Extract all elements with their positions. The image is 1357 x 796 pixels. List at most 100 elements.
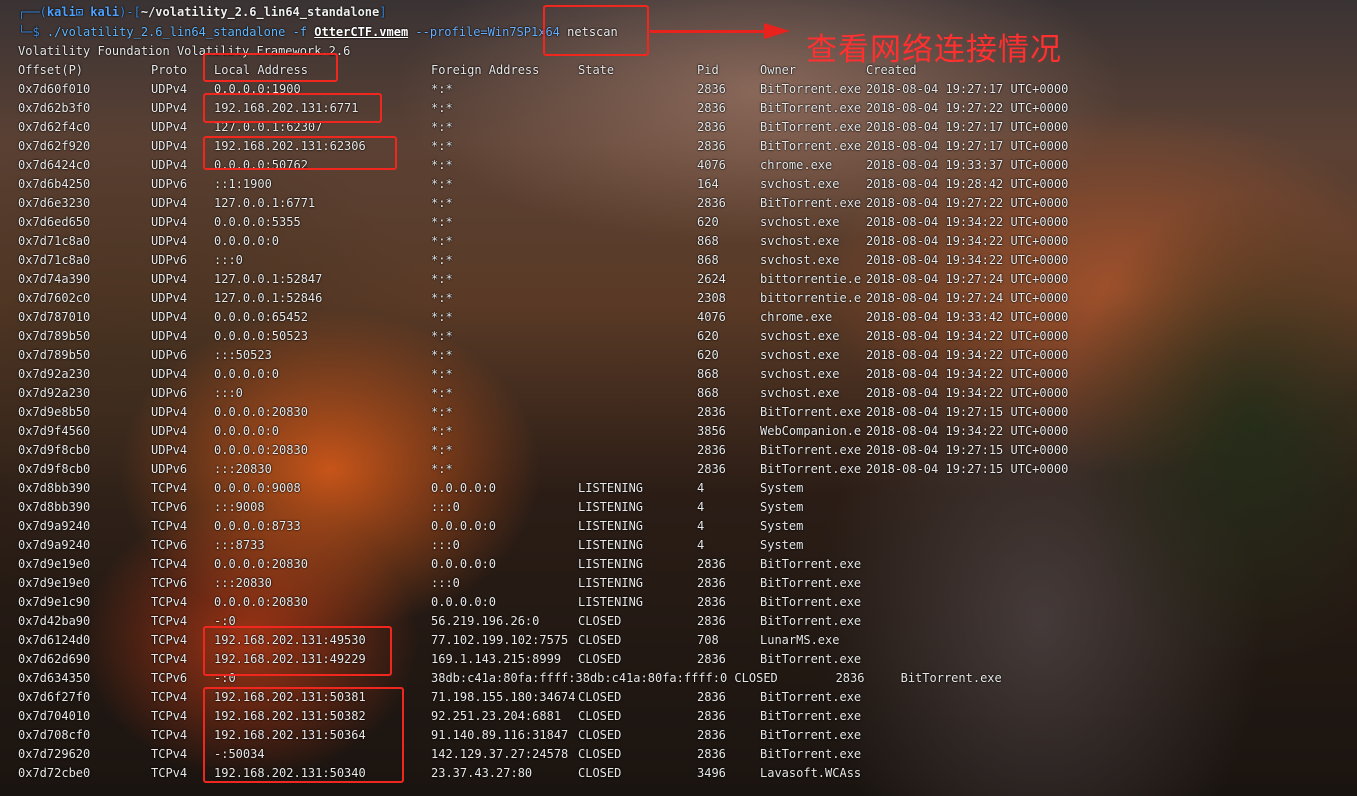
table-cell: :::0 xyxy=(431,538,460,552)
table-cell: 2018-08-04 19:34:22 UTC+0000 xyxy=(866,386,1069,400)
table-cell: TCPv4 xyxy=(151,595,188,609)
table-cell: 2018-08-04 19:34:22 UTC+0000 xyxy=(866,367,1069,381)
table-cell: TCPv6 xyxy=(151,500,188,514)
table-cell: 0x7d9f8cb0 xyxy=(18,443,91,457)
table-cell: 0x7d9a9240 xyxy=(18,519,91,533)
table-cell: 0.0.0.0:20830 xyxy=(214,557,308,571)
table-cell: LISTENING xyxy=(578,576,644,590)
table-cell: 0x7d8bb390 xyxy=(18,500,91,514)
table-cell: LISTENING xyxy=(578,500,644,514)
table-cell: 71.198.155.180:34674 xyxy=(431,690,576,704)
table-cell: svchost.exe xyxy=(760,253,840,267)
table-cell: 56.219.196.26:0 xyxy=(431,614,540,628)
table-cell: BitTorrent.exe xyxy=(760,595,862,609)
table-cell: 0x7d9e8b50 xyxy=(18,405,91,419)
table-cell: UDPv4 xyxy=(151,120,188,134)
table-header: Offset(P) Proto Local Address Foreign Ad… xyxy=(18,61,917,80)
table-cell: 142.129.37.27:24578 xyxy=(431,747,569,761)
table-cell: 0x7d6124d0 xyxy=(18,633,91,647)
prompt-line: ┌──(kali⊡ kali)-[~/volatility_2.6_lin64_… xyxy=(18,5,387,19)
command-binary: ./volatility_2.6_lin64_standalone xyxy=(46,25,286,39)
table-cell: chrome.exe xyxy=(760,310,833,324)
table-cell: TCPv4 xyxy=(151,519,188,533)
table-cell: 2836 xyxy=(697,709,726,723)
command-line[interactable]: └─$ ./volatility_2.6_lin64_standalone -f… xyxy=(18,23,618,42)
table-cell: svchost.exe xyxy=(760,177,840,191)
table-cell: System xyxy=(760,500,804,514)
table-cell: CLOSED xyxy=(578,747,622,761)
table-cell: UDPv4 xyxy=(151,443,188,457)
table-cell: svchost.exe xyxy=(760,329,840,343)
table-cell: LISTENING xyxy=(578,595,644,609)
table-cell: :::0 xyxy=(214,253,243,267)
table-cell: 0x7d60f010 xyxy=(18,82,91,96)
table-cell: 3496 xyxy=(697,766,726,780)
table-cell: :::20830 xyxy=(214,576,272,590)
table-cell: BitTorrent.exe xyxy=(760,747,862,761)
table-cell: 0.0.0.0:0 xyxy=(431,557,497,571)
table-cell: UDPv4 xyxy=(151,329,188,343)
table-cell: UDPv4 xyxy=(151,215,188,229)
table-cell: chrome.exe xyxy=(760,158,833,172)
table-cell: UDPv4 xyxy=(151,367,188,381)
table-cell: :::9008 xyxy=(214,500,265,514)
table-cell: 4 xyxy=(697,481,705,495)
table-cell: 3856 xyxy=(697,424,726,438)
table-cell: 2018-08-04 19:27:17 UTC+0000 xyxy=(866,120,1069,134)
table-cell: *:* xyxy=(431,367,453,381)
table-cell: TCPv4 xyxy=(151,766,188,780)
table-cell: LISTENING xyxy=(578,557,644,571)
table-cell: 0x7d704010 xyxy=(18,709,91,723)
table-cell: 708 xyxy=(697,633,719,647)
table-cell: BitTorrent.exe xyxy=(760,82,862,96)
column-header: Proto xyxy=(151,63,188,77)
table-cell: 2836 xyxy=(697,690,726,704)
table-cell: 0x7d6424c0 xyxy=(18,158,91,172)
table-cell: BitTorrent.exe xyxy=(760,614,862,628)
table-cell: CLOSED xyxy=(578,728,622,742)
table-cell: 0x7d789b50 xyxy=(18,348,91,362)
table-cell: 620 xyxy=(697,329,719,343)
table-cell: 4 xyxy=(697,538,705,552)
table-cell: BitTorrent.exe xyxy=(760,462,862,476)
table-cell: 868 xyxy=(697,367,719,381)
table-cell: 0x7d9e19e0 xyxy=(18,557,91,571)
table-cell: 0x7d787010 xyxy=(18,310,91,324)
table-cell: 0.0.0.0:0 xyxy=(431,481,497,495)
highlight-box-row xyxy=(203,687,404,783)
table-cell: 0.0.0.0:0 xyxy=(214,234,280,248)
table-cell: UDPv6 xyxy=(151,386,188,400)
table-cell: 0.0.0.0:0 xyxy=(431,519,497,533)
table-cell: *:* xyxy=(431,405,453,419)
table-cell: BitTorrent.exe xyxy=(760,120,862,134)
table-cell: 0.0.0.0:8733 xyxy=(214,519,301,533)
table-cell: 0x7d72cbe0 xyxy=(18,766,91,780)
table-cell: 0x7d42ba90 xyxy=(18,614,91,628)
table-cell: 2018-08-04 19:34:22 UTC+0000 xyxy=(866,215,1069,229)
table-cell: 92.251.23.204:6881 xyxy=(431,709,562,723)
table-cell: UDPv4 xyxy=(151,158,188,172)
table-cell: UDPv4 xyxy=(151,405,188,419)
table-cell: 868 xyxy=(697,234,719,248)
table-cell: *:* xyxy=(431,329,453,343)
table-cell: LunarMS.exe xyxy=(760,633,840,647)
table-cell: 2018-08-04 19:27:17 UTC+0000 xyxy=(866,82,1069,96)
table-cell: 0x7d6f27f0 xyxy=(18,690,91,704)
table-cell: BitTorrent.exe xyxy=(760,709,862,723)
table-cell: 0x7d74a390 xyxy=(18,272,91,286)
table-cell: 0x7d729620 xyxy=(18,747,91,761)
table-cell: svchost.exe xyxy=(760,348,840,362)
table-cell: svchost.exe xyxy=(760,234,840,248)
table-cell: System xyxy=(760,538,804,552)
table-cell: TCPv6 xyxy=(151,671,188,685)
table-cell: *:* xyxy=(431,253,453,267)
table-cell: 4076 xyxy=(697,158,726,172)
table-cell: 0x7d634350 xyxy=(18,671,91,685)
table-cell: *:* xyxy=(431,120,453,134)
table-cell: 2018-08-04 19:27:15 UTC+0000 xyxy=(866,405,1069,419)
table-cell: 2018-08-04 19:34:22 UTC+0000 xyxy=(866,253,1069,267)
table-cell: 164 xyxy=(697,177,719,191)
table-cell: BitTorrent.exe xyxy=(760,443,862,457)
table-cell: 2836 xyxy=(697,443,726,457)
table-cell: TCPv4 xyxy=(151,633,188,647)
